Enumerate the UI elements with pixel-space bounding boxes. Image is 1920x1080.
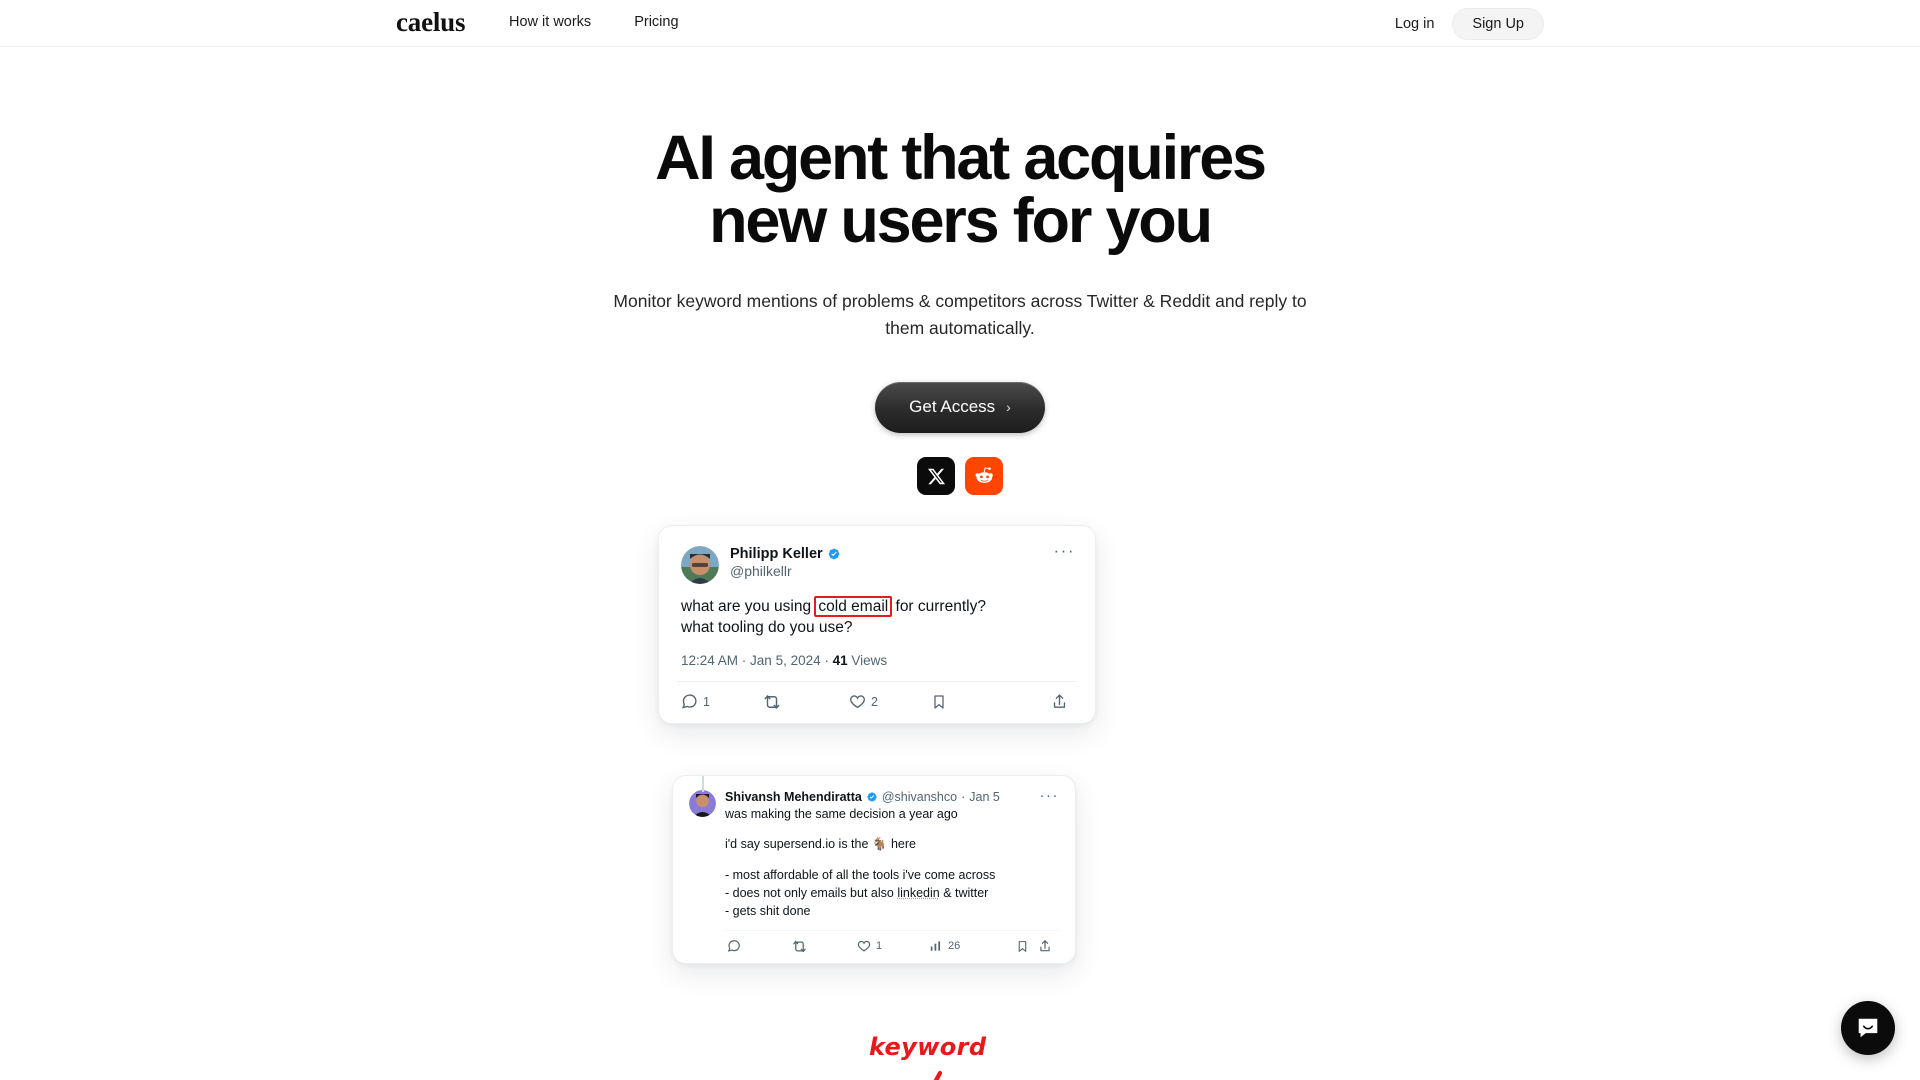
reply-bullets: - most affordable of all the tools i've … <box>725 866 1059 920</box>
reply-button[interactable] <box>727 939 792 953</box>
reply-count: 1 <box>703 694 710 709</box>
tweet-header: Philipp Keller @philkellr <box>681 546 1073 585</box>
reply-button[interactable]: 1 <box>681 693 763 710</box>
demo-stage: keyword get notified <box>0 513 1920 1080</box>
reply-bullet-1: - most affordable of all the tools i've … <box>725 867 996 882</box>
views-count: 26 <box>948 940 961 953</box>
tweet-views-count: 41 <box>832 652 848 668</box>
tweet-text-before: what are you using <box>681 598 816 616</box>
tweet-actions: 1 2 <box>677 680 1077 723</box>
login-button[interactable]: Log in <box>1391 10 1439 38</box>
tweet-more-icon[interactable]: ··· <box>1054 542 1075 559</box>
reply-author-handle: @shivanshco <box>881 790 958 805</box>
bullet2-after: & twitter <box>939 885 989 900</box>
tweet-author-name: Philipp Keller <box>730 546 823 563</box>
meta-separator-1: · <box>738 652 751 668</box>
tweet-text: what are you using cold email for curren… <box>681 596 1073 639</box>
nav-links: How it works Pricing <box>509 14 679 30</box>
reply-actions: 1 26 <box>725 929 1059 963</box>
thread-connector <box>702 776 704 793</box>
verified-badge-icon <box>867 792 877 802</box>
like-count: 1 <box>876 940 883 953</box>
tweet-meta: 12:24 AM · Jan 5, 2024 · 41 Views <box>681 653 1073 681</box>
reply-line2-before: i'd say supersend.io is the <box>725 837 872 852</box>
hero-section: AI agent that acquires new users for you… <box>0 47 1920 496</box>
reddit-icon[interactable] <box>965 457 1003 496</box>
reply-body-wrap: Shivansh Mehendiratta @shivanshco · Jan … <box>725 790 1059 963</box>
reply-line2-after: here <box>887 837 916 852</box>
retweet-button[interactable] <box>792 939 857 954</box>
reply-separator: · <box>961 790 966 805</box>
tweet-card-reply[interactable]: ··· Shivansh Mehendiratta @shivanshco · … <box>672 775 1076 964</box>
reply-header: Shivansh Mehendiratta @shivanshco · Jan … <box>689 776 1059 963</box>
heading-line-1: AI agent that acquires <box>655 123 1267 193</box>
arrow-keyword-icon <box>934 1071 943 1080</box>
nav-link-pricing[interactable]: Pricing <box>634 14 678 30</box>
intercom-chat-button[interactable] <box>1841 1001 1895 1055</box>
reply-author-name: Shivansh Mehendiratta <box>725 790 862 805</box>
social-links <box>0 457 1920 496</box>
signup-button[interactable]: Sign Up <box>1452 8 1544 40</box>
bullet2-before: - does not only emails but also <box>725 885 898 900</box>
bookmark-button[interactable] <box>1016 940 1038 953</box>
brand-logo[interactable]: caelus <box>396 7 465 38</box>
retweet-button[interactable] <box>763 693 849 711</box>
get-access-button[interactable]: Get Access › <box>875 382 1045 434</box>
page-title: AI agent that acquires new users for you <box>610 127 1310 253</box>
cta-wrapper: Get Access › <box>0 382 1920 434</box>
reply-line-2: i'd say supersend.io is the 🐐 here <box>725 835 1059 853</box>
like-button[interactable]: 1 <box>857 939 929 953</box>
reply-author-row: Shivansh Mehendiratta @shivanshco · Jan … <box>725 790 1059 804</box>
nav-actions: Log in Sign Up <box>1391 8 1544 40</box>
tweet-time: 12:24 AM <box>681 652 739 668</box>
tweet-author: Philipp Keller @philkellr <box>730 546 841 579</box>
tweet-views-label: Views <box>847 652 888 668</box>
like-count: 2 <box>871 694 878 709</box>
chevron-right-icon: › <box>1006 399 1011 416</box>
tweet-card-primary[interactable]: ··· Philipp Keller @philkellr what are y… <box>658 525 1096 724</box>
avatar <box>689 790 716 818</box>
reply-date: Jan 5 <box>969 790 1000 805</box>
bullet2-spellcheck-word: linkedin <box>897 885 940 900</box>
verified-badge-icon <box>828 548 840 560</box>
highlighted-keyword: cold email <box>814 596 893 618</box>
reply-bullet-2: - does not only emails but also linkedin… <box>725 884 1059 902</box>
share-button[interactable] <box>1051 693 1073 710</box>
tweet-author-handle: @philkellr <box>730 563 792 580</box>
share-button[interactable] <box>1038 939 1057 953</box>
meta-separator-2: · <box>820 652 833 668</box>
heading-line-2: new users for you <box>709 186 1213 256</box>
goat-emoji: 🐐 <box>871 837 888 852</box>
tweet-text-line2: what tooling do you use? <box>681 619 853 637</box>
tweet-date: Jan 5, 2024 <box>750 652 821 668</box>
top-navigation: caelus How it works Pricing Log in Sign … <box>0 0 1920 47</box>
get-access-label: Get Access <box>909 397 996 417</box>
reply-line-1: was making the same decision a year ago <box>725 807 958 822</box>
annotation-keyword: keyword <box>869 1033 987 1062</box>
avatar <box>681 546 719 585</box>
nav-link-how-it-works[interactable]: How it works <box>509 14 591 30</box>
tweet-text-after: for currently? <box>891 598 986 616</box>
tweet-author-name-row: Philipp Keller <box>730 546 841 562</box>
x-twitter-icon[interactable] <box>917 457 955 496</box>
bookmark-button[interactable] <box>931 694 1051 710</box>
views-button[interactable]: 26 <box>929 939 1016 953</box>
hero-subtitle: Monitor keyword mentions of problems & c… <box>613 291 1307 339</box>
reply-bullet-3: - gets shit done <box>725 903 811 918</box>
like-button[interactable]: 2 <box>849 693 931 710</box>
